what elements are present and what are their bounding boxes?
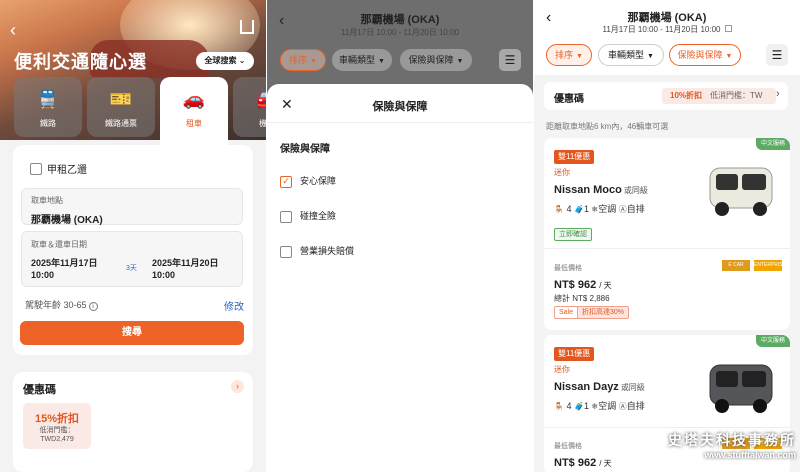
global-search-button[interactable]: 全球搜索 ⌄ bbox=[196, 52, 254, 70]
instant-confirm-badge: 立即確認 bbox=[554, 228, 592, 241]
page-title: 便利交通隨心選 bbox=[14, 52, 147, 72]
train-icon: 🚆 bbox=[36, 89, 60, 109]
chevron-right-icon[interactable]: › bbox=[231, 380, 244, 393]
results-header-dimmed: ‹ 那覇機場 (OKA) 11月17日 10:00 - 11月20日 10:00… bbox=[267, 0, 533, 84]
coupon-bar[interactable]: 優惠碼 10%折扣 低消門檻：TW › bbox=[544, 82, 788, 110]
vendor-logo: E CAR RENTAL bbox=[722, 260, 750, 279]
rail-pass-icon: 🎫 bbox=[109, 89, 133, 109]
transport-mode-tabs: 🚆鐵路 🎫鐵路通票 🚗租車 🚘機場 bbox=[14, 77, 266, 147]
vendor-logo: ENTERPRISE bbox=[754, 260, 786, 271]
car-card[interactable]: 中文服務 雙11優惠 迷你 Nissan Moco 或同級 🪑 4 🧳1 ❄空調 … bbox=[544, 138, 790, 330]
info-icon: i bbox=[88, 302, 98, 311]
car-image bbox=[709, 364, 773, 413]
tab-rail[interactable]: 🚆 鐵路 bbox=[14, 77, 82, 137]
vehicle-type-chip[interactable]: 車輛類型 ▼ bbox=[598, 44, 664, 66]
option-collision[interactable]: 碰撞全險 bbox=[280, 209, 336, 223]
one-way-checkbox[interactable]: 甲租乙還 bbox=[25, 161, 87, 176]
insurance-bottom-sheet: ✕ 保險與保障 保險與保障 ✓ 安心保障 碰撞全險 營業損失賠償 bbox=[267, 84, 533, 472]
airport-icon: 🚘 bbox=[233, 89, 266, 109]
search-button[interactable]: 搜尋 bbox=[20, 321, 244, 345]
search-card: 甲租乙還 取車地點 那覇機場 (OKA) 取車＆還車日期 2025年11月17日… bbox=[13, 145, 253, 355]
sort-chip[interactable]: 排序 ▼ bbox=[280, 49, 326, 71]
car-results-screen: ‹ 那覇機場 (OKA) 11月17日 10:00 - 11月20日 10:00… bbox=[534, 0, 800, 472]
sort-chip[interactable]: 排序 ▼ bbox=[546, 44, 592, 66]
vehicle-type-chip[interactable]: 車輛類型 ▼ bbox=[332, 49, 392, 71]
option-loss-of-business[interactable]: 營業損失賠償 bbox=[280, 244, 354, 258]
car-icon: 🚗 bbox=[182, 89, 206, 109]
filter-icon[interactable]: ☰ bbox=[766, 44, 788, 66]
insurance-filter-screen: ‹ 那覇機場 (OKA) 11月17日 10:00 - 11月20日 10:00… bbox=[267, 0, 533, 472]
coupon-card: 優惠碼 › 15%折扣 低消門檻： TWD2,479 bbox=[13, 372, 253, 472]
share-icon[interactable] bbox=[240, 20, 254, 34]
watermark: 史塔夫科技事務所 www.stufftaiwan.com bbox=[634, 430, 796, 468]
car-features: 🪑 4 🧳1 ❄空調 Ⓐ自排 bbox=[554, 204, 645, 214]
car-features: 🪑 4 🧳1 ❄空調 Ⓐ自排 bbox=[554, 401, 645, 411]
tab-rail-pass[interactable]: 🎫 鐵路通票 bbox=[87, 77, 155, 137]
sale-pill: Sale 折扣高達30% bbox=[554, 306, 630, 319]
distance-info: 距離取車地點6 km內，46輛車可選 bbox=[546, 122, 669, 131]
filter-icon[interactable]: ☰ bbox=[499, 49, 521, 71]
results-header: ‹ 那覇機場 (OKA) 11月17日 10:00 - 11月20日 10:00… bbox=[534, 0, 800, 75]
luggage-icon: 🧳 bbox=[574, 402, 584, 411]
option-peace-of-mind[interactable]: ✓ 安心保障 bbox=[280, 174, 336, 188]
checkbox-checked-icon: ✓ bbox=[280, 175, 292, 188]
seat-icon: 🪑 bbox=[554, 205, 564, 214]
date-range-field[interactable]: 取車＆還車日期 2025年11月17日 10:00 3天 2025年11月20日… bbox=[21, 231, 243, 287]
edit-age-link[interactable]: 修改 bbox=[224, 298, 244, 313]
tab-airport[interactable]: 🚘機場 bbox=[233, 77, 266, 137]
transmission-icon: Ⓐ bbox=[618, 205, 627, 214]
calendar-edit-icon bbox=[724, 25, 732, 32]
chevron-right-icon: › bbox=[776, 88, 780, 100]
seat-icon: 🪑 bbox=[554, 402, 564, 411]
luggage-icon: 🧳 bbox=[574, 205, 584, 214]
car-image bbox=[709, 167, 773, 216]
insurance-chip[interactable]: 保險與保障 ▼ bbox=[669, 44, 741, 66]
driver-age: 駕駛年齡 30-65 i bbox=[25, 298, 98, 311]
insurance-chip[interactable]: 保險與保障 ▼ bbox=[400, 49, 472, 71]
home-car-rental-screen: ‹ 便利交通隨心選 全球搜索 ⌄ 🚆鐵路 🎫鐵路通票 🚗租車 🚘機場 甲租乙還 … bbox=[0, 0, 266, 472]
pickup-location-field[interactable]: 取車地點 那覇機場 (OKA) bbox=[21, 188, 243, 226]
back-arrow-icon[interactable]: ‹ bbox=[10, 20, 16, 41]
tab-car-rental[interactable]: 🚗 租車 bbox=[160, 77, 228, 147]
coupon-item[interactable]: 15%折扣 低消門檻： TWD2,479 bbox=[23, 403, 91, 449]
transmission-icon: Ⓐ bbox=[618, 402, 627, 411]
rental-days: 3天 bbox=[126, 265, 137, 272]
